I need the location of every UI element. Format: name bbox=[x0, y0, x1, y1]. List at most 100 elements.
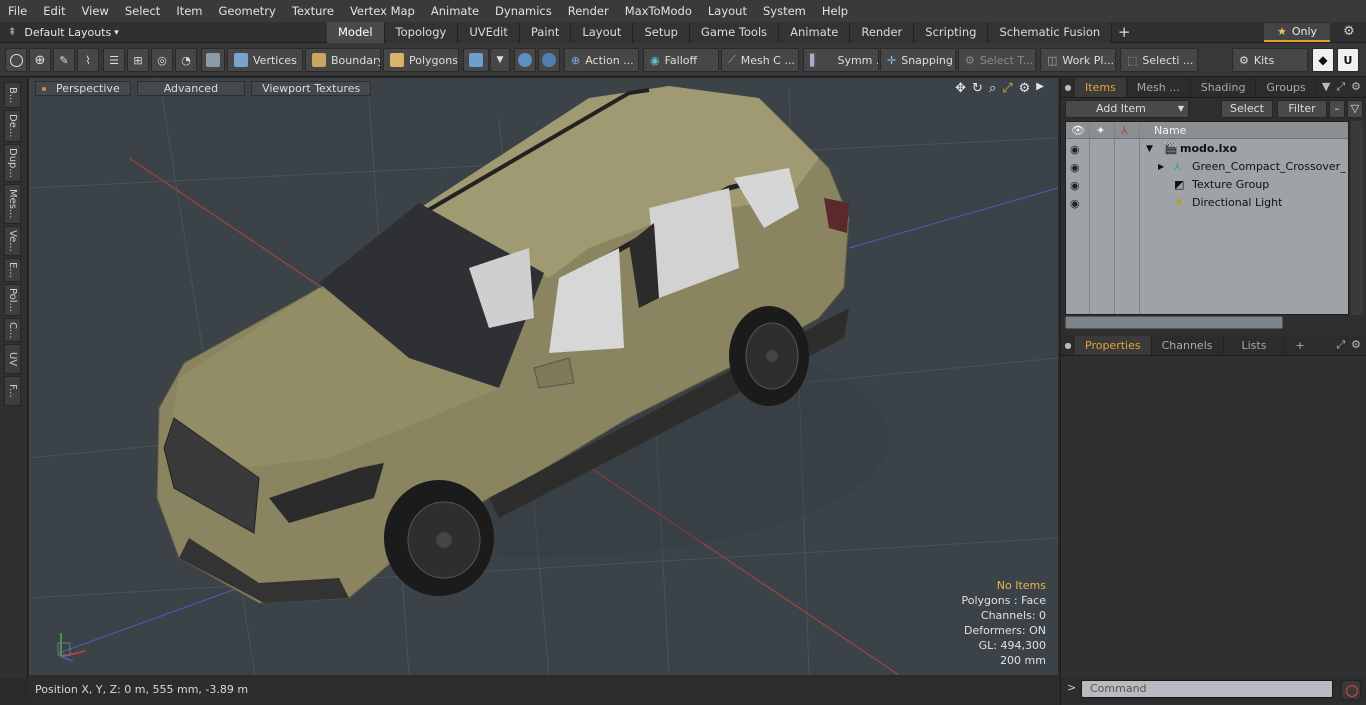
unreal-button[interactable]: U bbox=[1337, 48, 1359, 72]
chevron-down-icon[interactable]: ▼ bbox=[1322, 80, 1330, 94]
eye-icon[interactable]: ◉ bbox=[1070, 195, 1080, 213]
filter-button[interactable]: Filter bbox=[1277, 100, 1327, 118]
menu-geometry[interactable]: Geometry bbox=[211, 0, 284, 22]
items-vertical-scrollbar[interactable] bbox=[1351, 121, 1363, 315]
strip-tab-fusion[interactable]: F... bbox=[4, 376, 21, 406]
tree-row-directional-light[interactable]: ◉ ☀ Directional Light bbox=[1066, 194, 1348, 212]
funnel-icon[interactable]: ▽ bbox=[1347, 100, 1363, 118]
tree-row-scene[interactable]: ◉ ▼ 🎬 modo.lxo bbox=[1066, 140, 1348, 158]
action-center-button[interactable]: ⊕ Action ... bbox=[564, 48, 639, 72]
viewport-expand-icon[interactable]: ▶ bbox=[1036, 81, 1044, 96]
tab-uvedit[interactable]: UVEdit bbox=[458, 22, 520, 43]
strip-tab-curve[interactable]: C... bbox=[4, 318, 21, 342]
cube-solid-button[interactable] bbox=[201, 48, 225, 72]
tab-channels[interactable]: Channels bbox=[1152, 336, 1224, 355]
only-toggle[interactable]: ★ Only bbox=[1264, 23, 1330, 42]
menu-view[interactable]: View bbox=[74, 0, 117, 22]
tree-row-texture-group[interactable]: ◉ ◩ Texture Group bbox=[1066, 176, 1348, 194]
menu-render[interactable]: Render bbox=[560, 0, 617, 22]
select-through-button[interactable]: ⚙ Select T... bbox=[958, 48, 1036, 72]
menu-help[interactable]: Help bbox=[814, 0, 856, 22]
items-horizontal-scrollbar[interactable] bbox=[1065, 316, 1283, 329]
fit-view-icon[interactable]: ⤢ bbox=[1002, 81, 1012, 96]
collapse-arrow-icon[interactable]: ▼ bbox=[1146, 140, 1153, 158]
tab-lists[interactable]: Lists bbox=[1224, 336, 1286, 355]
layouts-expand-icon[interactable]: ⇞ bbox=[8, 27, 16, 38]
pivot-button[interactable] bbox=[538, 48, 560, 72]
pen-tool-button[interactable]: ✎ bbox=[53, 48, 75, 72]
eye-icon[interactable]: ◉ bbox=[1070, 141, 1080, 159]
menu-layout[interactable]: Layout bbox=[700, 0, 755, 22]
menu-animate[interactable]: Animate bbox=[423, 0, 487, 22]
frame-tool-button[interactable]: ◎ bbox=[151, 48, 173, 72]
tab-groups[interactable]: Groups bbox=[1256, 78, 1317, 97]
select-button[interactable]: Select bbox=[1221, 100, 1273, 118]
menu-edit[interactable]: Edit bbox=[35, 0, 73, 22]
strip-tab-duplicate[interactable]: Dup... bbox=[4, 144, 21, 182]
kits-button[interactable]: ⚙ Kits bbox=[1232, 48, 1308, 72]
tab-schematic-fusion[interactable]: Schematic Fusion bbox=[988, 22, 1113, 43]
boundary-button[interactable]: Boundary bbox=[305, 48, 381, 72]
menu-maxtomodo[interactable]: MaxToModo bbox=[617, 0, 700, 22]
tree-row-mesh[interactable]: ◉ ▶ ⅄ Green_Compact_Crossover_ ... bbox=[1066, 158, 1348, 176]
strip-tab-polygon[interactable]: Pol... bbox=[4, 284, 21, 316]
gear-icon[interactable]: ⚙ bbox=[1340, 24, 1358, 42]
symmetry-button[interactable]: ▌ Symm ... bbox=[803, 48, 879, 72]
panel-gear-icon[interactable]: ⚙ bbox=[1351, 338, 1361, 352]
menu-item[interactable]: Item bbox=[168, 0, 210, 22]
rotate-view-icon[interactable]: ↻ bbox=[972, 81, 983, 96]
item-mode-button[interactable] bbox=[463, 48, 489, 72]
collapse-button[interactable]: – bbox=[1329, 100, 1345, 118]
command-input[interactable]: Command bbox=[1081, 680, 1333, 698]
tab-render[interactable]: Render bbox=[850, 22, 915, 43]
3d-viewport[interactable]: Perspective Advanced Viewport Textures ✥… bbox=[29, 78, 1058, 675]
menu-select[interactable]: Select bbox=[117, 0, 168, 22]
tab-shading[interactable]: Shading bbox=[1191, 78, 1257, 97]
select-circle-button[interactable] bbox=[5, 48, 27, 72]
eye-icon[interactable]: ◉ bbox=[1070, 177, 1080, 195]
menu-vertex-map[interactable]: Vertex Map bbox=[342, 0, 423, 22]
work-plane-button[interactable]: ◫ Work Pl... bbox=[1040, 48, 1116, 72]
zoom-view-icon[interactable]: ⌕ bbox=[989, 81, 996, 96]
clock-tool-button[interactable]: ◔ bbox=[175, 48, 197, 72]
strip-tab-deform[interactable]: De... bbox=[4, 110, 21, 142]
strip-tab-mesh-edit[interactable]: Mes... bbox=[4, 184, 21, 224]
add-panel-tab-button[interactable]: + bbox=[1285, 336, 1314, 355]
strip-tab-edge[interactable]: E... bbox=[4, 258, 21, 282]
globe-button[interactable]: ⊕ bbox=[29, 48, 51, 72]
menu-system[interactable]: System bbox=[755, 0, 814, 22]
center-tool-button[interactable]: ⊞ bbox=[127, 48, 149, 72]
car-model[interactable] bbox=[156, 86, 889, 604]
tab-properties[interactable]: Properties bbox=[1075, 336, 1152, 355]
add-item-button[interactable]: Add Item ▼ bbox=[1065, 100, 1189, 118]
record-macro-button[interactable] bbox=[1341, 680, 1361, 700]
tab-setup[interactable]: Setup bbox=[633, 22, 690, 43]
snapping-button[interactable]: ✛ Snapping bbox=[880, 48, 956, 72]
falloff-button[interactable]: ◉ Falloff bbox=[643, 48, 719, 72]
add-tab-button[interactable]: + bbox=[1112, 22, 1136, 43]
perspective-button[interactable]: Perspective bbox=[35, 81, 131, 96]
menu-texture[interactable]: Texture bbox=[284, 0, 342, 22]
strip-tab-basic[interactable]: B... bbox=[4, 82, 21, 108]
tab-animate[interactable]: Animate bbox=[779, 22, 851, 43]
brush-tool-button[interactable]: ⌇ bbox=[77, 48, 99, 72]
viewport-textures-button[interactable]: Viewport Textures bbox=[251, 81, 372, 96]
menu-file[interactable]: File bbox=[0, 0, 35, 22]
item-mode-dropdown[interactable]: ▼ bbox=[490, 48, 510, 72]
tab-scripting[interactable]: Scripting bbox=[914, 22, 989, 43]
selection-sets-button[interactable]: ⬚ Selecti ... bbox=[1120, 48, 1198, 72]
polygons-button[interactable]: Polygons bbox=[383, 48, 459, 72]
expand-arrow-icon[interactable]: ▶ bbox=[1158, 158, 1164, 176]
align-tool-button[interactable]: ☰ bbox=[103, 48, 125, 72]
mesh-constraint-button[interactable]: ⟋ Mesh C ... bbox=[721, 48, 799, 72]
panel-gear-icon[interactable]: ⚙ bbox=[1351, 80, 1361, 94]
maximize-icon[interactable]: ⤢ bbox=[1336, 338, 1345, 352]
unity-button[interactable]: ◆ bbox=[1312, 48, 1334, 72]
tab-paint[interactable]: Paint bbox=[519, 22, 572, 43]
tab-model[interactable]: Model bbox=[327, 22, 385, 43]
strip-tab-uv[interactable]: UV bbox=[4, 344, 21, 374]
tab-mesh[interactable]: Mesh ... bbox=[1127, 78, 1191, 97]
menu-dynamics[interactable]: Dynamics bbox=[487, 0, 560, 22]
vertices-button[interactable]: Vertices bbox=[227, 48, 303, 72]
tab-items[interactable]: Items bbox=[1075, 78, 1127, 97]
